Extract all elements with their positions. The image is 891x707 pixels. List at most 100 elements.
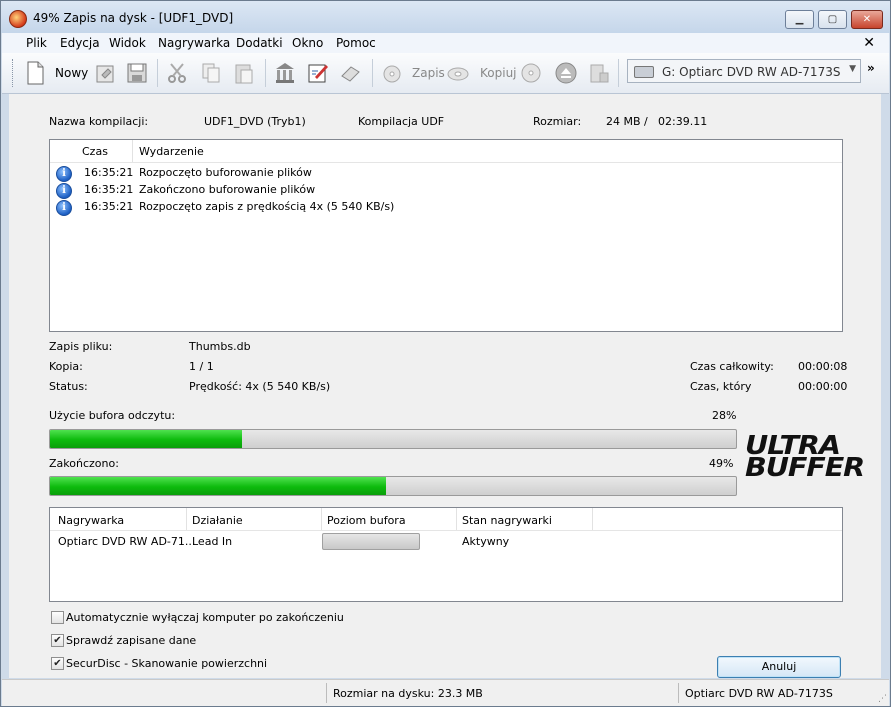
status-bar: Rozmiar na dysku: 23.3 MB Optiarc DVD RW… [2, 679, 889, 706]
menu-okno[interactable]: Okno [292, 36, 323, 50]
compilation-name-value: UDF1_DVD (Tryb1) [204, 115, 306, 128]
completed-progress-fill [50, 477, 387, 495]
nero-app-icon [9, 10, 27, 28]
recorder-name[interactable]: Optiarc DVD RW AD-71... [58, 535, 195, 548]
auto-shutdown-label[interactable]: Automatycznie wyłączaj komputer po zakoń… [66, 611, 344, 624]
event-row[interactable]: i 16:35:21 Rozpoczęto buforowanie plików [50, 165, 842, 182]
buffer-usage-label: Użycie bufora odczytu: [49, 409, 176, 422]
total-time-value: 00:00:08 [798, 360, 848, 373]
column-header-recorder-state[interactable]: Stan nagrywarki [462, 514, 552, 527]
drive-select[interactable]: G: Optiarc DVD RW AD-7173S ▼ [627, 59, 861, 83]
writing-file-label: Zapis pliku: [49, 340, 113, 353]
elapsed-time-value: 00:00:00 [798, 380, 848, 393]
save-icon[interactable] [126, 61, 148, 85]
total-time-label: Czas całkowity: [690, 360, 774, 373]
writing-file-value: Thumbs.db [189, 340, 251, 353]
column-divider[interactable] [186, 508, 187, 530]
recorder-status: Optiarc DVD RW AD-7173S [685, 687, 833, 700]
paste-icon[interactable] [233, 61, 255, 85]
event-text: Rozpoczęto buforowanie plików [139, 166, 312, 179]
disc-info-icon[interactable] [520, 61, 542, 85]
securdisc-scan-checkbox[interactable]: ✔ [51, 657, 64, 670]
completed-progress-bar [49, 476, 737, 496]
column-header-event[interactable]: Wydarzenie [139, 145, 204, 158]
column-header-recorder[interactable]: Nagrywarka [58, 514, 124, 527]
ultrabuffer-logo: ULTRA BUFFER [745, 433, 865, 483]
erase-icon[interactable] [339, 61, 361, 85]
maximize-button[interactable]: ▢ [818, 10, 847, 29]
column-header-time[interactable]: Czas [82, 145, 108, 158]
compilation-type: Kompilacja UDF [358, 115, 445, 128]
burn-button-label[interactable]: Zapis [412, 66, 445, 80]
menu-pomoc[interactable]: Pomoc [336, 36, 376, 50]
recorder-state: Aktywny [462, 535, 510, 548]
resize-grip-icon[interactable]: ⋰ [878, 694, 887, 704]
recorder-buffer-level-bar [322, 533, 420, 550]
title-bar[interactable]: 49% Zapis na dysk - [UDF1_DVD] ▁ ▢ ✕ [1, 1, 890, 33]
buffer-usage-percent: 28% [712, 409, 737, 422]
compilation-name-label: Nazwa kompilacji: [49, 115, 149, 128]
column-divider[interactable] [592, 508, 593, 530]
window-title: 49% Zapis na dysk - [UDF1_DVD] [33, 11, 234, 25]
event-row[interactable]: i 16:35:21 Zakończono buforowanie plików [50, 182, 842, 199]
securdisc-scan-label[interactable]: SecurDisc - Skanowanie powierzchni [66, 657, 267, 670]
compilation-size-label: Rozmiar: [533, 115, 582, 128]
drive-device-icon [634, 66, 654, 78]
menu-dodatki[interactable]: Dodatki [236, 36, 283, 50]
toolbar-separator [265, 59, 266, 87]
event-row[interactable]: i 16:35:21 Rozpoczęto zapis z prędkością… [50, 199, 842, 216]
copy-button-label[interactable]: Kopiuj [480, 66, 517, 80]
column-divider[interactable] [321, 508, 322, 530]
menu-edycja[interactable]: Edycja [60, 36, 100, 50]
compilation-size-mb: 24 MB [606, 115, 641, 128]
info-icon: i [56, 166, 72, 182]
recorder-list-header: Nagrywarka Działanie Poziom bufora Stan … [50, 508, 842, 531]
burn-window: 49% Zapis na dysk - [UDF1_DVD] ▁ ▢ ✕ Pli… [0, 0, 891, 707]
minimize-button[interactable]: ▁ [785, 10, 814, 29]
auto-shutdown-checkbox[interactable] [51, 611, 64, 624]
mdi-close-icon[interactable]: ✕ [863, 35, 875, 51]
new-button-label[interactable]: Nowy [55, 66, 88, 80]
toolbar-grip[interactable] [12, 59, 16, 87]
cancel-button[interactable]: Anuluj [717, 656, 841, 678]
burn-icon[interactable] [381, 61, 403, 85]
verify-data-label[interactable]: Sprawdź zapisane dane [66, 634, 196, 647]
recorder-list[interactable]: Nagrywarka Działanie Poziom bufora Stan … [49, 507, 843, 602]
open-icon[interactable] [94, 61, 116, 85]
logo-line-2: BUFFER [745, 453, 865, 483]
disk-size-status: Rozmiar na dysku: 23.3 MB [333, 687, 483, 700]
copy-disc-icon[interactable] [447, 61, 469, 85]
drive-icon[interactable] [588, 61, 610, 85]
close-button[interactable]: ✕ [851, 10, 883, 29]
menu-plik[interactable]: Plik [26, 36, 47, 50]
eject-icon[interactable] [555, 61, 577, 85]
completed-label: Zakończono: [49, 457, 119, 470]
buffer-usage-bar [49, 429, 737, 449]
event-text: Zakończono buforowanie plików [139, 183, 316, 196]
column-divider[interactable] [456, 508, 457, 530]
copy-count-value: 1 / 1 [189, 360, 214, 373]
column-header-action[interactable]: Działanie [192, 514, 243, 527]
library-icon[interactable] [274, 61, 296, 85]
menu-widok[interactable]: Widok [109, 36, 146, 50]
edit-icon[interactable] [307, 61, 329, 85]
toolbar-separator [618, 59, 619, 87]
menu-nagrywarka[interactable]: Nagrywarka [158, 36, 230, 50]
event-log[interactable]: Czas Wydarzenie i 16:35:21 Rozpoczęto bu… [49, 139, 843, 332]
toolbar-separator [157, 59, 158, 87]
recorder-action: Lead In [192, 535, 233, 548]
copy-icon[interactable] [200, 61, 222, 85]
info-icon: i [56, 200, 72, 216]
new-icon[interactable] [24, 61, 46, 85]
cut-icon[interactable] [166, 61, 188, 85]
verify-data-checkbox[interactable]: ✔ [51, 634, 64, 647]
column-divider[interactable] [132, 140, 133, 162]
menu-bar: Plik Edycja Widok Nagrywarka Dodatki Okn… [2, 33, 889, 53]
event-time: 16:35:21 [84, 200, 134, 213]
info-icon: i [56, 183, 72, 199]
chevron-down-icon[interactable]: ▼ [849, 64, 856, 74]
toolbar-overflow-icon[interactable]: » [867, 61, 875, 75]
column-header-buffer-level[interactable]: Poziom bufora [327, 514, 406, 527]
compilation-size-time: 02:39.11 [658, 115, 708, 128]
toolbar-separator [372, 59, 373, 87]
